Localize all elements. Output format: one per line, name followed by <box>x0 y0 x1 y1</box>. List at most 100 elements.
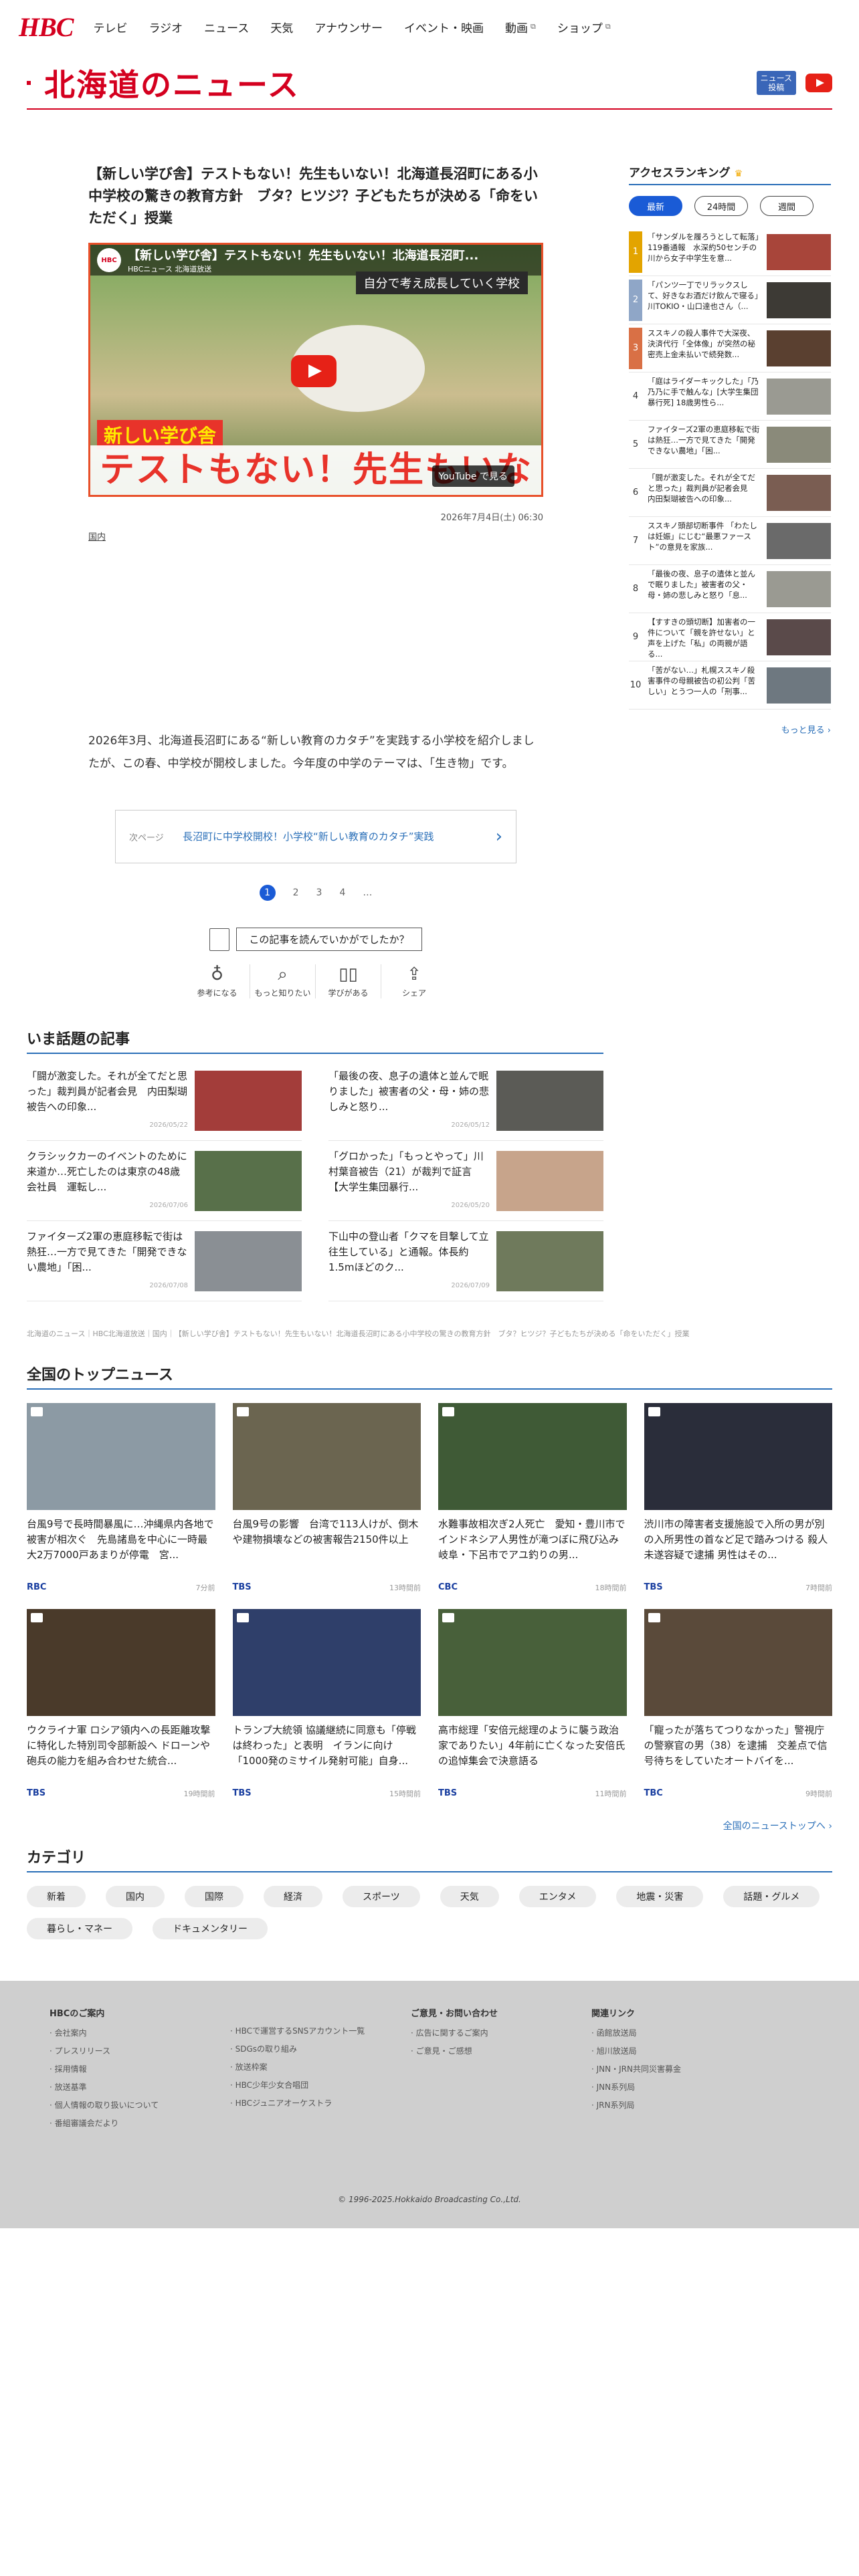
trending-thumbnail <box>496 1230 603 1291</box>
ranking-tab[interactable]: 24時間 <box>694 196 748 216</box>
trending-item[interactable]: 「最後の夜、息子の遺体と並んで眠りました」被害者の父・母・姉の悲しみと怒り...… <box>328 1061 603 1141</box>
ranking-item[interactable]: 10 「苦がない…」札幌ススキノ殺害事件の母親被告の初公判「苦しい」とうつ一人の「… <box>629 661 831 710</box>
more-link[interactable]: もっと見る › <box>629 723 831 736</box>
page-link[interactable]: 2 <box>293 887 299 898</box>
reaction-button[interactable]: ⌕ もっと知りたい <box>250 964 316 998</box>
footer-link[interactable]: 函館放送局 <box>591 2027 772 2038</box>
page-link[interactable]: 1 <box>259 885 276 901</box>
footer-heading: 関連リンク <box>591 2009 636 2019</box>
play-button-icon[interactable] <box>291 355 337 387</box>
next-page-link[interactable]: 次ページ 長沼町に中学校開校！小学校“新しい教育のカタチ”実践 › <box>115 810 516 863</box>
category-chip[interactable]: スポーツ <box>343 1886 420 1907</box>
trending-item[interactable]: 「闘が激変した。それが全てだと思った」裁判員が記者会見 内田梨瑚被告への印象..… <box>27 1061 302 1141</box>
footer-link[interactable]: HBCで運営するSNSアカウント一覧 <box>230 2025 411 2036</box>
news-ago: 13時間前 <box>389 1584 421 1592</box>
category-chip[interactable]: 地震・災害 <box>616 1886 704 1907</box>
ranking-thumbnail <box>767 426 831 463</box>
category-chip[interactable]: 国内 <box>106 1886 165 1907</box>
category-chip[interactable]: ドキュメンタリー <box>153 1918 268 1939</box>
footer-link[interactable]: HBCジュニアオーケストラ <box>230 2097 411 2109</box>
reaction-button[interactable]: ▯▯ 学びがある <box>316 964 381 998</box>
category-chip[interactable]: 暮らし・マネー <box>27 1918 132 1939</box>
nav-item-label: 天気 <box>270 21 294 35</box>
reaction-button[interactable]: ⇪ シェア <box>381 964 447 998</box>
news-title: 渋川市の障害者支援施設で入所の男が別の入所男性の首など足で踏みつける 殺人未遂容… <box>644 1518 828 1561</box>
national-news-item[interactable]: ウクライナ軍 ロシア領内への長距離攻撃に特化した特別司令部新設へ ドローンや砲兵… <box>27 1609 215 1799</box>
hbc-logo[interactable]: HBC <box>19 11 74 43</box>
rank-number: 5 <box>632 439 639 449</box>
footer-link[interactable]: ご意見・ご感想 <box>411 2045 591 2056</box>
nav-item[interactable]: イベント・映画 <box>404 19 484 35</box>
video-player[interactable]: HBC 【新しい学び舎】テストもない！先生もいない！北海道長沼町... HBCニ… <box>88 243 543 497</box>
ranking-item[interactable]: 3 ススキノの殺人事件で大深夜、決済代行「全体像」が突然の秘密売上金未払いで続発数… <box>629 324 831 372</box>
trending-thumbnail <box>496 1070 603 1131</box>
all-news-link[interactable]: 全国のニューストップへ › <box>27 1819 832 1832</box>
trending-item[interactable]: クラシックカーのイベントのために来道か…死亡したのは東京の48歳会社員 運転し.… <box>27 1141 302 1221</box>
reaction-button-label: 学びがある <box>328 988 369 998</box>
category-chip[interactable]: 話題・グルメ <box>723 1886 820 1907</box>
national-news-item[interactable]: 渋川市の障害者支援施設で入所の男が別の入所男性の首など足で踏みつける 殺人未遂容… <box>644 1403 833 1593</box>
ranking-item[interactable]: 6 「闘が激変した。それが全てだと思った」裁判員が記者会見 内田梨瑚被告への印象.… <box>629 469 831 517</box>
nav-item[interactable]: ショップ ⧉ <box>557 19 611 35</box>
trending-item[interactable]: ファイターズ2軍の恵庭移転で街は熱狂…一方で見てきた「開発できない農地」「困..… <box>27 1221 302 1301</box>
category-chip[interactable]: 国際 <box>185 1886 244 1907</box>
ranking-item[interactable]: 4 「庭はライダーキックした」「乃乃乃に手で触んな」[大学生集団暴行死] 18歳男… <box>629 372 831 421</box>
footer-link[interactable]: プレスリリース <box>50 2045 230 2056</box>
news-meta: TBS 7時間前 <box>644 1582 833 1593</box>
footer-link[interactable]: 番組審議会だより <box>50 2117 230 2129</box>
national-news-item[interactable]: 台風9号で長時間暴風に…沖縄県内各地で被害が相次ぐ 先島諸島を中心に一時最大2万… <box>27 1403 215 1593</box>
footer-link[interactable]: 放送基準 <box>50 2081 230 2092</box>
page-link[interactable]: 4 <box>339 887 345 898</box>
nav-item[interactable]: ラジオ <box>149 19 183 35</box>
national-news-item[interactable]: 「寵ったが落ちてつりなかった」警視庁の警察官の男（38）を逮捕 交差点で信号待ち… <box>644 1609 832 1799</box>
nav-item-label: ラジオ <box>149 21 183 35</box>
ranking-item[interactable]: 2 「パンツ一丁でリラックスして、好きなお酒だけ飲んで寝る」川TOKIO・山口達也… <box>629 276 831 324</box>
ranking-item[interactable]: 5 ファイターズ2軍の恵庭移転で街は熱狂…一方で見てきた「開発できない農地」「困.… <box>629 421 831 469</box>
nav-item[interactable]: 天気 <box>270 19 293 35</box>
page-link[interactable]: … <box>363 887 372 898</box>
ranking-item[interactable]: 8 「最後の夜、息子の遺体と並んで眠りました」被害者の父・母・姉の悲しみと怒り「息… <box>629 565 831 613</box>
ranking-tab[interactable]: 週間 <box>760 196 814 216</box>
video-title[interactable]: 【新しい学び舎】テストもない！先生もいない！北海道長沼町... <box>128 246 478 263</box>
category-chip[interactable]: 新着 <box>27 1886 86 1907</box>
breadcrumb[interactable]: 北海道のニュース｜HBC北海道放送｜国内｜【新しい学び舎】テストもない！先生もい… <box>27 1328 832 1339</box>
footer-link[interactable]: 放送枠案 <box>230 2061 411 2072</box>
footer-link[interactable]: JNN系列局 <box>591 2081 772 2092</box>
footer-link[interactable]: JRN系列局 <box>591 2099 772 2111</box>
national-news-item[interactable]: トランプ大統領 協議継続に同意も「停戦は終わった」と表明 イランに向け「1000… <box>232 1609 421 1799</box>
footer-link[interactable]: 会社案内 <box>50 2027 230 2038</box>
ranking-item[interactable]: 1 「サンダルを履ろうとして転落」119番通報 水深約50センチの川から女子中学生… <box>629 228 831 276</box>
rank-number: 6 <box>632 488 639 498</box>
nav-item[interactable]: 動画 ⧉ <box>505 19 536 35</box>
footer-link[interactable]: HBC少年少女合唱団 <box>230 2079 411 2090</box>
nav-item[interactable]: ニュース <box>204 19 249 35</box>
nav-item[interactable]: テレビ <box>93 19 127 35</box>
watch-on-youtube-button[interactable]: YouTube で見る <box>432 465 514 487</box>
trending-item[interactable]: 「グロかった」「もっとやって」川村葉音被告（21）が裁判で証言【大学生集団暴行.… <box>328 1141 603 1221</box>
news-source: TBS <box>27 1788 46 1798</box>
category-chip[interactable]: 経済 <box>264 1886 322 1907</box>
news-post-button[interactable]: ニュース 投稿 <box>756 71 796 95</box>
national-news-item[interactable]: 台風9号の影響 台湾で113人けが、倒木や建物損壊などの被害報告2150件以上 T… <box>232 1403 421 1593</box>
national-news-item[interactable]: 水難事故相次ぎ2人死亡 愛知・豊川市でインドネシア人男性が滝つぼに飛び込み 岐阜… <box>438 1403 627 1593</box>
category-chip[interactable]: 天気 <box>440 1886 499 1907</box>
nav-item[interactable]: アナウンサー <box>314 19 383 35</box>
reaction-button[interactable]: ♁ 参考になる <box>185 964 250 998</box>
trending-item[interactable]: 下山中の登山者「クマを目撃して立往生している」と通報。体長約1.5mほどのク..… <box>328 1221 603 1301</box>
category-chip[interactable]: エンタメ <box>518 1886 597 1907</box>
footer-link[interactable]: 個人情報の取り扱いについて <box>50 2099 230 2111</box>
channel-avatar[interactable]: HBC <box>97 248 121 272</box>
ranking-item[interactable]: 9 【すすきの頭切断】加害者の一件について「親を許せない」と声を上げた「私」の両親… <box>629 613 831 661</box>
trending-title: 「闘が激変した。それが全てだと思った」裁判員が記者会見 内田梨瑚被告への印象..… <box>27 1069 188 1113</box>
ranking-tab[interactable]: 最新 <box>629 196 682 216</box>
footer-link[interactable]: 旭川放送局 <box>591 2045 772 2056</box>
national-news-item[interactable]: 高市総理「安倍元総理のように襲う政治家でありたい」4年前に亡くなった安倍氏の追悼… <box>438 1609 627 1799</box>
youtube-icon[interactable] <box>805 74 832 92</box>
footer-link[interactable]: 採用情報 <box>50 2063 230 2074</box>
footer-link[interactable]: 広告に関するご案内 <box>411 2027 591 2038</box>
footer-link[interactable]: SDGsの取り組み <box>230 2043 411 2054</box>
article-category[interactable]: 国内 <box>88 530 543 542</box>
page-link[interactable]: 3 <box>316 887 322 898</box>
ranking-item[interactable]: 7 ススキノ頭部切断事件 「わたしは妊娠」にじむ“最悪ファースト”の意見を家族..… <box>629 517 831 565</box>
footer-link[interactable]: JNN・JRN共同災害募金 <box>591 2063 772 2074</box>
